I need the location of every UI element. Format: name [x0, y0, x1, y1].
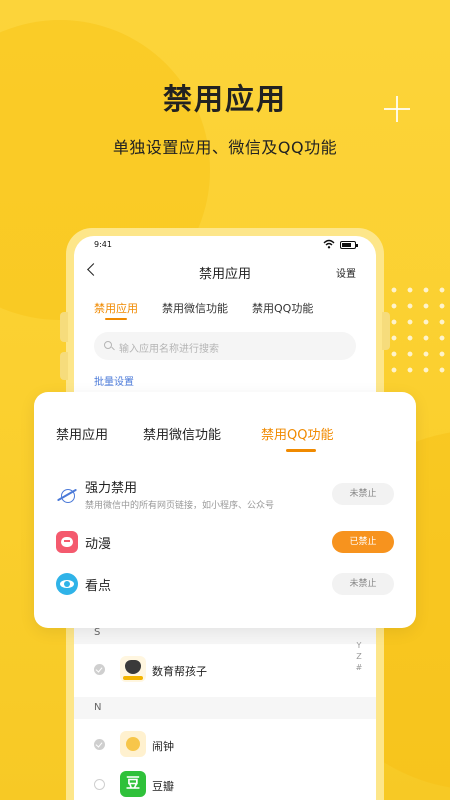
wifi-icon [323, 239, 335, 249]
feature-card: 禁用应用 禁用微信功能 禁用QQ功能 强力禁用 禁用微信中的所有网页链接，如小程… [34, 392, 416, 628]
douban-icon: 豆 [120, 771, 146, 797]
status-time: 9:41 [94, 240, 112, 249]
app-name: 数育帮孩子 [152, 665, 207, 678]
tab-underline [286, 449, 316, 452]
index-letter[interactable]: Y [354, 640, 364, 651]
anime-icon [56, 531, 78, 553]
search-placeholder: 输入应用名称进行搜索 [119, 344, 219, 355]
phone-side-button [60, 312, 68, 342]
status-toggle[interactable]: 未禁止 [332, 573, 394, 595]
status-toggle[interactable]: 已禁止 [332, 531, 394, 553]
search-input[interactable]: 输入应用名称进行搜索 [94, 332, 356, 360]
status-toggle[interactable]: 未禁止 [332, 483, 394, 505]
checkbox[interactable] [94, 779, 105, 790]
app-name: 豆瓣 [152, 780, 174, 793]
search-icon [104, 341, 112, 349]
tab-disable-wechat[interactable]: 禁用微信功能 [143, 424, 221, 443]
batch-settings-link[interactable]: 批量设置 [94, 373, 134, 388]
phone-side-button [382, 312, 390, 350]
row-title: 看点 [85, 579, 112, 594]
dot-pattern [386, 282, 450, 382]
clock-icon [120, 731, 146, 757]
app-name: 闹钟 [152, 740, 174, 753]
card-tab-bar: 禁用应用 禁用微信功能 禁用QQ功能 [34, 424, 416, 454]
checkbox[interactable] [94, 739, 105, 750]
hero-subtitle: 单独设置应用、微信及QQ功能 [112, 138, 338, 157]
tab-disable-apps[interactable]: 禁用应用 [94, 300, 138, 316]
tab-disable-qq[interactable]: 禁用QQ功能 [252, 300, 313, 316]
row-description: 禁用微信中的所有网页链接，如小程序、公众号 [85, 501, 275, 511]
tab-disable-apps[interactable]: 禁用应用 [56, 424, 108, 443]
hero-title: 禁用应用 [162, 82, 287, 116]
planet-icon [56, 484, 78, 506]
nav-title: 禁用应用 [198, 267, 251, 282]
index-letter[interactable]: Z [354, 651, 364, 662]
index-letter[interactable]: # [354, 662, 364, 673]
eye-icon [56, 573, 78, 595]
alphabet-index[interactable]: Y Z # [354, 640, 364, 673]
phone-side-button [60, 352, 68, 380]
list-item[interactable]: 闹钟 [74, 725, 376, 765]
row-title: 强力禁用 [85, 481, 138, 496]
section-header: N [74, 697, 376, 719]
checkbox[interactable] [94, 664, 105, 675]
tab-underline [105, 318, 127, 320]
row-title: 动漫 [85, 537, 112, 552]
settings-button[interactable]: 设置 [336, 265, 356, 280]
owl-icon [120, 656, 146, 682]
tab-disable-qq[interactable]: 禁用QQ功能 [261, 424, 333, 443]
battery-icon [340, 241, 358, 249]
list-item[interactable]: 豆 豆瓣 [74, 765, 376, 800]
tab-disable-wechat[interactable]: 禁用微信功能 [162, 300, 228, 316]
list-item[interactable]: 数育帮孩子 [74, 650, 376, 690]
status-bar: 9:41 [74, 236, 376, 254]
